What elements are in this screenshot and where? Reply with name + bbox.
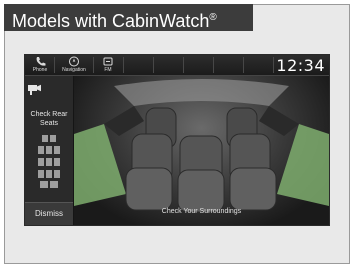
separator <box>213 57 214 73</box>
right-pillar <box>259 106 299 136</box>
camera-icon <box>28 84 41 95</box>
seat <box>125 167 173 211</box>
check-surroundings-caption: Check Your Surroundings <box>161 208 242 215</box>
seat <box>229 167 277 211</box>
navigation-button[interactable]: Navigation <box>58 55 90 75</box>
separator <box>273 57 274 73</box>
separator <box>183 57 184 73</box>
check-rear-seats-label: Check Rear Seats <box>30 111 68 127</box>
left-guide-zone <box>74 124 126 206</box>
separator <box>243 57 244 73</box>
navigation-label: Navigation <box>62 67 86 73</box>
phone-icon <box>36 57 46 66</box>
separator <box>153 57 154 73</box>
phone-button[interactable]: Phone <box>29 55 51 75</box>
trademark-symbol: ® <box>209 12 217 23</box>
header-title: Models with CabinWatch <box>12 11 210 31</box>
windshield <box>114 79 289 106</box>
infotainment-screen: Phone Navigation FM 12:34 Check Rear Sea… <box>24 54 330 226</box>
right-guide-zone <box>277 124 329 206</box>
dismiss-button[interactable]: Dismiss <box>25 202 73 225</box>
fm-button[interactable]: FM <box>96 55 120 75</box>
compass-icon <box>69 56 79 67</box>
separator <box>123 57 124 73</box>
radio-icon <box>103 57 113 66</box>
seat <box>177 169 225 213</box>
separator <box>54 57 55 73</box>
phone-label: Phone <box>32 67 48 73</box>
left-pillar <box>104 106 144 136</box>
fm-label: FM <box>104 67 112 73</box>
clock: 12:34 <box>276 56 325 75</box>
cabin-image <box>74 79 329 213</box>
rear-cabin-camera-view <box>74 76 329 225</box>
separator <box>93 57 94 73</box>
top-bar: Phone Navigation FM 12:34 <box>25 55 329 76</box>
seat-map-icon <box>38 135 60 188</box>
sidebar-panel: Check Rear Seats Dismiss <box>25 76 73 225</box>
section-header: Models with CabinWatch® <box>4 4 253 31</box>
